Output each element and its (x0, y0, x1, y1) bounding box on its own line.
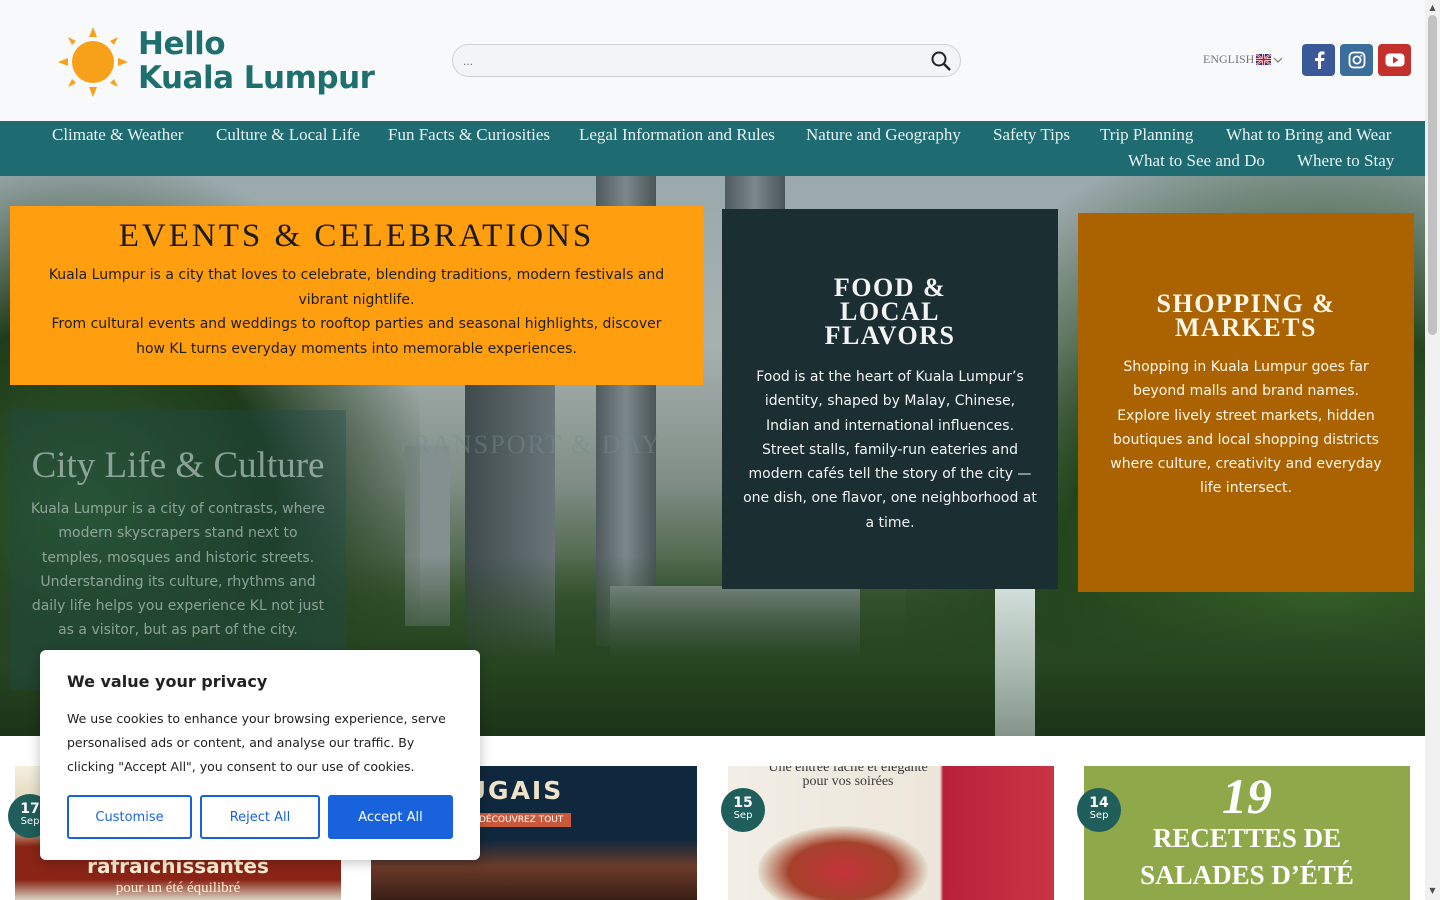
nav-item-climate[interactable]: Climate & Weather (52, 125, 183, 145)
city-text-2: Understanding its culture, rhythms and d… (31, 573, 325, 639)
badge-day: 14 (1089, 795, 1109, 811)
language-label: ENGLISH (1203, 52, 1255, 66)
events-text-2: From cultural events and weddings to roo… (51, 316, 662, 357)
nav-item-nature[interactable]: Nature and Geography (806, 125, 961, 145)
facebook-button[interactable] (1302, 44, 1335, 76)
facebook-icon (1314, 51, 1324, 69)
instagram-button[interactable] (1340, 44, 1373, 76)
events-text-1: Kuala Lumpur is a city that loves to cel… (48, 267, 665, 308)
search-bar (452, 44, 961, 77)
post-image-2-text-2: DÉCOUVREZ TOUT (471, 813, 572, 827)
post-image-4: 19 RECETTES DE SALADES D’ÉTÉ (1084, 766, 1410, 900)
events-title: EVENTS & CELEBRATIONS (118, 218, 595, 254)
search-icon[interactable] (930, 50, 952, 72)
date-badge-4: 14 Sep (1077, 788, 1121, 832)
nav-item-trip-planning[interactable]: Trip Planning (1100, 125, 1193, 145)
badge-month: Sep (1089, 810, 1109, 821)
post-dish-3 (758, 826, 928, 900)
instagram-icon (1348, 51, 1365, 69)
logo-line-2: Kuala Lumpur (138, 60, 375, 96)
logo-line-1: Hello (138, 26, 226, 62)
cookie-text: We use cookies to enhance your browsing … (67, 711, 446, 774)
food-card[interactable]: FOOD & LOCAL FLAVORS Food is at the hear… (722, 209, 1058, 589)
youtube-button[interactable] (1378, 44, 1411, 76)
food-text-1: Food is at the heart of Kuala Lumpur’s i… (756, 369, 1024, 434)
uk-flag-icon (1256, 54, 1272, 65)
food-title: FOOD & LOCAL FLAVORS (824, 273, 956, 350)
main-nav: Climate & Weather Culture & Local Life F… (0, 121, 1425, 176)
badge-month: Sep (733, 810, 753, 821)
nav-item-legal[interactable]: Legal Information and Rules (579, 125, 775, 145)
post-image-1-text-2: pour un été équilibré (115, 880, 241, 896)
badge-day: 15 (733, 795, 753, 811)
food-text-2: Street stalls, family-run eateries and m… (743, 441, 1037, 531)
shopping-text-2: Explore lively street markets, hidden bo… (1110, 407, 1382, 497)
post-card-4[interactable]: 19 RECETTES DE SALADES D’ÉTÉ (1084, 766, 1410, 900)
search-input[interactable] (463, 51, 903, 71)
nav-item-culture[interactable]: Culture & Local Life (216, 125, 360, 145)
scroll-up-arrow[interactable]: ▲ (1428, 3, 1437, 12)
post-image-4-text-1: 19 (1222, 768, 1272, 824)
nav-item-what-to-bring[interactable]: What to Bring and Wear (1226, 125, 1391, 145)
cookie-title: We value your privacy (67, 672, 268, 691)
chevron-down-icon (1273, 57, 1283, 63)
post-image-3-text-2: pour vos soirées (802, 774, 894, 789)
ghost-card-title: TRANSPORT & DAY (395, 430, 662, 459)
shopping-title: SHOPPING & MARKETS (1156, 289, 1336, 342)
scroll-down-arrow[interactable]: ▼ (1428, 886, 1437, 895)
youtube-icon (1385, 53, 1404, 67)
customise-button[interactable]: Customise (67, 795, 192, 839)
nav-item-safety[interactable]: Safety Tips (993, 125, 1070, 145)
post-image-3: Une entrée facile et élégante pour vos s… (728, 766, 1054, 900)
cookie-consent-banner: We value your privacy We use cookies to … (40, 650, 480, 860)
site-header: Hello Kuala Lumpur ENGLISH (0, 0, 1425, 121)
nav-item-what-to-see[interactable]: What to See and Do (1128, 151, 1265, 171)
social-links (1302, 44, 1411, 76)
date-badge-3: 15 Sep (721, 788, 765, 832)
city-title: City Life & Culture (31, 445, 325, 486)
post-image-4-text-2: RECETTES DE SALADES D’ÉTÉ (1140, 823, 1354, 890)
city-life-card[interactable]: City Life & Culture Kuala Lumpur is a ci… (10, 410, 346, 690)
shopping-card[interactable]: SHOPPING & MARKETS Shopping in Kuala Lum… (1078, 213, 1414, 592)
waterfall (995, 586, 1035, 736)
language-selector[interactable]: ENGLISH (1203, 52, 1283, 67)
post-card-3[interactable]: Une entrée facile et élégante pour vos s… (728, 766, 1054, 900)
accept-all-button[interactable]: Accept All (328, 795, 453, 839)
nav-item-where-to-stay[interactable]: Where to Stay (1297, 151, 1394, 171)
sun-icon (58, 27, 128, 97)
reject-all-button[interactable]: Reject All (200, 795, 320, 839)
scrollbar-thumb[interactable] (1428, 15, 1437, 335)
shopping-text-1: Shopping in Kuala Lumpur goes far beyond… (1123, 359, 1369, 400)
events-card[interactable]: EVENTS & CELEBRATIONS Kuala Lumpur is a … (10, 206, 703, 385)
site-logo[interactable]: Hello Kuala Lumpur (58, 27, 378, 99)
city-text-1: Kuala Lumpur is a city of contrasts, whe… (30, 501, 326, 566)
logo-text: Hello Kuala Lumpur (138, 26, 375, 96)
nav-item-fun-facts[interactable]: Fun Facts & Curiosities (388, 125, 550, 145)
